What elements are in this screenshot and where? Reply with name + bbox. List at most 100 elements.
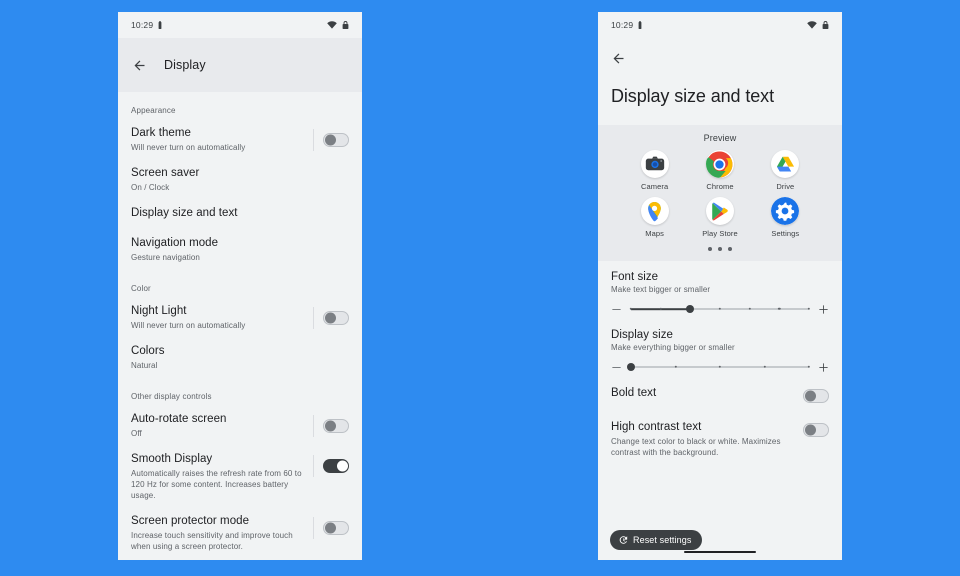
row-text: Smooth Display Automatically raises the r… (131, 452, 313, 501)
settings-row[interactable]: Dark theme Will never turn on automatical… (118, 120, 362, 160)
minus-icon[interactable] (611, 362, 622, 373)
battery-icon (638, 21, 642, 29)
wifi-icon (327, 21, 337, 29)
preview-app-label: Play Store (702, 229, 738, 238)
page-dot[interactable] (708, 247, 712, 251)
settings-row[interactable]: Night Light Will never turn on automatica… (118, 298, 362, 338)
row-text: Auto-rotate screen Off (131, 412, 313, 439)
row-control (313, 412, 349, 437)
row-subtitle: Off (131, 429, 142, 438)
slider-track[interactable] (629, 303, 811, 315)
toggle-switch[interactable] (323, 459, 349, 473)
row-title: Display size and text (131, 207, 238, 219)
row-subtitle: Automatically raises the refresh rate fr… (131, 469, 302, 500)
gesture-home-bar[interactable] (684, 551, 756, 553)
slider-thumb[interactable] (627, 363, 635, 371)
page-title: Display size and text (611, 86, 774, 106)
row-title: Navigation mode (131, 237, 219, 249)
section-header: Appearance (131, 106, 176, 115)
row-title: Dark theme (131, 127, 191, 139)
row-text: Night Light Will never turn on automatica… (131, 304, 313, 331)
preview-app-label: Maps (645, 229, 665, 238)
settings-row[interactable]: Screen protector mode Increase touch sens… (118, 508, 362, 559)
status-bar-right: 10:29 (598, 12, 842, 38)
toggle-knob (325, 134, 336, 146)
settings-row[interactable]: Display size and text (118, 200, 362, 230)
preview-app-label: Camera (641, 182, 669, 191)
slider-title: Display size (611, 329, 673, 341)
status-bar-left: 10:29 (118, 12, 362, 38)
row-subtitle: Change text color to black or white. Max… (611, 437, 781, 457)
slider-track[interactable] (627, 361, 811, 373)
slider-thumb[interactable] (686, 305, 695, 313)
slider-subtitle: Make everything bigger or smaller (611, 343, 735, 352)
toggle-switch[interactable] (323, 133, 349, 147)
row-control (313, 452, 349, 477)
row-text: Colors Natural (131, 344, 349, 371)
app-bar-right (598, 38, 842, 78)
preview-app-item: Settings (753, 197, 818, 238)
camera-app-icon (640, 150, 669, 178)
settings-row[interactable]: Colors Natural (118, 338, 362, 378)
settings-row[interactable]: Screen saver On / Clock (118, 160, 362, 200)
toggle-knob (805, 390, 816, 402)
toggle-switch[interactable] (323, 419, 349, 433)
back-arrow-icon[interactable] (132, 58, 147, 73)
row-title: Bold text (611, 387, 657, 399)
row-text: Bold text (611, 386, 803, 400)
toggle-switch[interactable] (803, 389, 829, 403)
battery-icon (158, 21, 162, 29)
slider-subtitle: Make text bigger or smaller (611, 285, 711, 294)
row-control (313, 514, 349, 539)
maps-app-icon (640, 197, 669, 225)
row-title: Smooth Display (131, 453, 213, 465)
reset-settings-button[interactable]: Reset settings (610, 530, 703, 550)
minus-icon[interactable] (611, 304, 622, 315)
row-title: Screen saver (131, 167, 200, 179)
slider-row (611, 303, 829, 315)
row-title: High contrast text (611, 421, 702, 433)
wifi-icon (807, 21, 817, 29)
vertical-divider (313, 455, 314, 477)
row-text: Dark theme Will never turn on automatical… (131, 126, 313, 153)
settings-list: Appearance Dark theme Will never turn on a… (118, 92, 362, 560)
page-dot[interactable] (718, 247, 722, 251)
row-title: Screen protector mode (131, 515, 250, 527)
row-text: High contrast text Change text color to b… (611, 420, 803, 458)
row-control (803, 386, 829, 403)
lock-battery-icon (342, 21, 349, 29)
settings-row[interactable]: Bold text (598, 377, 842, 411)
row-text: Screen protector mode Increase touch sens… (131, 514, 313, 552)
phone-screen-display-size-and-text: 10:29 Display size and text Preview Came… (598, 12, 842, 560)
row-text: Navigation mode Gesture navigation (131, 236, 349, 263)
preview-page-indicator[interactable] (598, 247, 842, 251)
toggle-switch[interactable] (323, 521, 349, 535)
toggle-switch[interactable] (803, 423, 829, 437)
reset-settings-label: Reset settings (633, 535, 692, 545)
settings-row[interactable]: High contrast text Change text color to b… (598, 411, 842, 466)
toggle-knob (336, 460, 348, 472)
row-control (313, 304, 349, 329)
row-control (803, 420, 829, 437)
page-dot[interactable] (728, 247, 732, 251)
slider-row (611, 361, 829, 373)
settings-row[interactable]: Auto-rotate screen Off (118, 406, 362, 446)
preview-label: Preview (703, 133, 737, 143)
plus-icon[interactable] (818, 304, 829, 315)
settings-row[interactable]: Navigation mode Gesture navigation (118, 230, 362, 270)
toggle-knob (805, 424, 816, 436)
toggle-switch[interactable] (323, 311, 349, 325)
slider-tick[interactable] (807, 365, 811, 369)
plus-icon[interactable] (818, 362, 829, 373)
vertical-divider (313, 415, 314, 437)
slider-title: Font size (611, 271, 659, 283)
switch-rows-section: Bold text High contrast text Change text c… (598, 377, 842, 466)
row-subtitle: Will never turn on automatically (131, 143, 246, 152)
page-title: Display (164, 58, 206, 72)
slider-tick[interactable] (807, 307, 811, 311)
back-arrow-icon[interactable] (611, 51, 626, 66)
lock-battery-icon (822, 21, 829, 29)
row-title: Colors (131, 345, 165, 357)
row-title: Night Light (131, 305, 187, 317)
settings-row[interactable]: Smooth Display Automatically raises the r… (118, 446, 362, 508)
